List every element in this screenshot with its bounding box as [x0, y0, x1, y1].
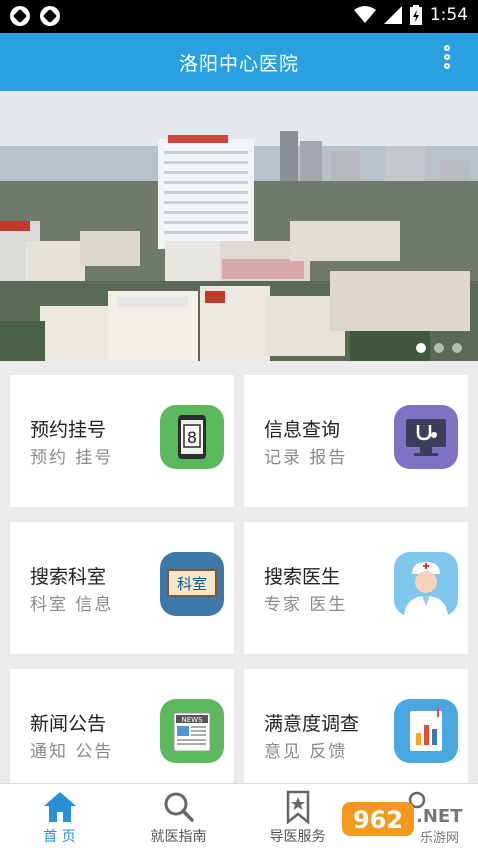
card-subtitle: 预约 挂号: [30, 448, 114, 468]
svg-text:NEWS: NEWS: [181, 716, 203, 724]
tab-guide[interactable]: 就医指南: [119, 784, 238, 850]
page-title: 洛阳中心医院: [178, 53, 299, 75]
svg-text:科室: 科室: [177, 575, 207, 593]
card-subtitle: 科室 信息: [30, 595, 114, 615]
survey-chart-icon: [394, 699, 458, 763]
svg-text:乐游网: 乐游网: [420, 831, 459, 846]
card-title: 新闻公告: [30, 713, 107, 735]
hospital-aerial-photo: [0, 91, 478, 361]
card-subtitle: 通知 公告: [30, 742, 114, 762]
stethoscope-monitor-icon: [394, 405, 458, 469]
signal-icon: [383, 6, 402, 24]
card-search-department[interactable]: 搜索科室 科室 信息 科室: [10, 522, 234, 654]
card-subtitle: 意见 反馈: [264, 742, 348, 762]
svg-text:.NET: .NET: [416, 806, 463, 827]
app-bar: 洛阳中心医院: [0, 33, 478, 91]
carousel-dot[interactable]: [434, 343, 444, 353]
tab-label: 就医指南: [150, 829, 207, 845]
watermark-logo: 962 .NET 乐游网: [340, 796, 474, 846]
carousel-indicator[interactable]: [416, 343, 462, 353]
hospital-banner-image[interactable]: [0, 91, 478, 361]
tab-label: 首 页: [43, 829, 76, 845]
home-icon: [43, 792, 76, 822]
card-search-doctor[interactable]: 搜索医生 专家 医生: [244, 522, 468, 654]
carousel-dot[interactable]: [416, 343, 426, 353]
card-info-query[interactable]: 信息查询 记录 报告: [244, 375, 468, 507]
card-title: 搜索科室: [30, 566, 107, 588]
wifi-icon: [353, 6, 376, 23]
card-satisfaction-survey[interactable]: 满意度调查 意见 反馈: [244, 669, 468, 801]
svg-text:962: 962: [353, 806, 403, 834]
search-icon: [164, 792, 194, 822]
card-news[interactable]: 新闻公告 通知 公告 NEWS: [10, 669, 234, 801]
star-bookmark-icon: [286, 790, 309, 824]
card-title: 信息查询: [264, 419, 341, 441]
card-subtitle: 记录 报告: [264, 448, 348, 468]
status-time: 1:54: [429, 5, 468, 25]
department-sign-icon: 科室: [160, 552, 224, 616]
tab-home[interactable]: 首 页: [0, 784, 119, 850]
card-appointment[interactable]: 预约挂号 预约 挂号 8: [10, 375, 234, 507]
battery-icon: [409, 5, 422, 25]
svg-text:8: 8: [187, 428, 197, 447]
carousel-dot[interactable]: [452, 343, 462, 353]
card-subtitle: 专家 医生: [264, 595, 348, 615]
card-title: 满意度调查: [264, 713, 360, 735]
notification-icon: [10, 6, 30, 26]
card-title: 搜索医生: [264, 566, 341, 588]
newspaper-icon: NEWS: [160, 699, 224, 763]
doctor-avatar-icon: [394, 552, 458, 616]
more-options-button[interactable]: [442, 45, 452, 79]
status-bar: 1:54: [0, 0, 478, 33]
phone-calendar-icon: 8: [160, 405, 224, 469]
notification-icon: [40, 6, 60, 26]
card-title: 预约挂号: [30, 419, 107, 441]
